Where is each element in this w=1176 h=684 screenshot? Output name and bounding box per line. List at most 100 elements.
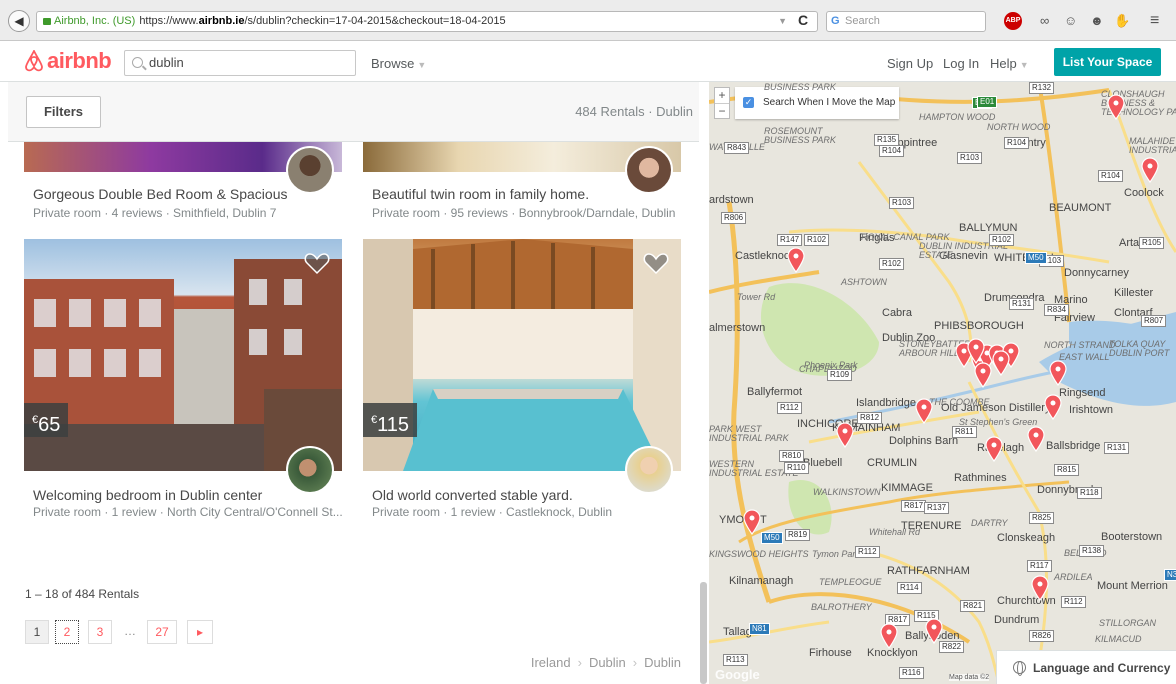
listing-map-pin-icon[interactable] [967,338,985,364]
map-place-label: BUSINESS PARK [764,82,836,92]
search-engine-icon: G [831,15,840,27]
heart-icon[interactable] [304,251,330,275]
login-link[interactable]: Log In [943,56,979,71]
results-scrollbar[interactable] [700,582,707,684]
map-place-label: KINGSWOOD HEIGHTS [709,549,809,559]
url-dropdown-icon[interactable]: ▼ [778,12,787,31]
road-shield: R102 [989,234,1015,246]
map-place-label: Coolock [1124,187,1164,199]
listing-map-pin-icon[interactable] [925,618,943,644]
extension-icon[interactable]: ☺ [1064,12,1077,30]
road-shield: R812 [857,412,883,424]
map-place-label: Dundrum [994,614,1040,626]
map-view[interactable]: + − ✓ Search When I Move the Map Finglas BA… [709,82,1176,684]
airbnb-logo[interactable]: airbnb [24,48,112,73]
address-bar[interactable]: Airbnb, Inc. (US) https://www.airbnb.ie/s… [36,11,818,32]
breadcrumb-country[interactable]: Ireland [531,655,571,670]
language-currency-button[interactable]: Language and Currency [996,650,1176,684]
map-place-label: NORTH STRAND [1044,340,1116,350]
listing-subtitle: Private room · 95 reviews · Bonnybrook/D… [372,206,676,220]
map-place-label: Bluebell [803,457,843,469]
map-place-label: Rathmines [954,472,1007,484]
map-place-label: BEAUMONT [1049,202,1112,214]
page-1-button[interactable]: 1 [25,620,49,644]
road-shield: R112 [855,546,880,558]
listing-map-pin-icon[interactable] [1027,426,1045,452]
zoom-out-button[interactable]: − [715,104,729,119]
signup-link[interactable]: Sign Up [887,56,933,71]
listing-map-pin-icon[interactable] [985,436,1003,462]
chat-icon[interactable]: ☻ [1090,12,1104,30]
rentals-count: 484 Rentals · Dublin [575,104,693,119]
breadcrumb-region[interactable]: Dublin [589,655,626,670]
map-data-attribution[interactable]: Map data ©2 [949,674,990,681]
help-menu[interactable]: Help ▼ [990,56,1029,71]
hand-icon[interactable]: ✋ [1114,12,1130,30]
road-shield: R117 [1027,560,1052,572]
map-place-label: Islandbridge [856,397,916,409]
road-shield: R110 [784,462,809,474]
listing-map-pin-icon[interactable] [1141,157,1159,183]
listing-map-pin-icon[interactable] [1107,94,1125,120]
location-search-input[interactable]: dublin [124,50,356,76]
map-place-label: TEMPLEOGUE [819,577,882,587]
next-page-button[interactable]: ▸ [187,620,213,644]
listing-map-pin-icon[interactable] [880,623,898,649]
road-shield: R104 [1098,170,1124,182]
map-place-label: Booterstown [1101,531,1163,543]
listing-map-pin-icon[interactable] [915,398,933,424]
road-shield: R116 [899,667,924,679]
listing-title[interactable]: Welcoming bedroom in Dublin center [33,487,262,503]
heart-icon[interactable] [643,251,669,275]
checkbox-checked-icon[interactable]: ✓ [743,97,754,108]
listing-photo[interactable]: €65 [24,239,342,471]
road-shield: R104 [879,145,905,157]
listing-map-pin-icon[interactable] [974,362,992,388]
listing-title[interactable]: Beautiful twin room in family home. [372,186,589,202]
listing-subtitle: Private room · 1 review · North City Cen… [33,505,343,519]
filters-button[interactable]: Filters [26,96,101,128]
host-avatar[interactable] [286,146,334,194]
zoom-in-button[interactable]: + [715,88,729,104]
listing-photo[interactable]: €115 [363,239,681,471]
reload-icon[interactable]: C [798,12,808,28]
listing-map-pin-icon[interactable] [743,509,761,535]
road-shield: R137 [924,502,950,514]
list-your-space-button[interactable]: List Your Space [1054,48,1161,76]
map-place-label: Clonskeagh [997,532,1056,544]
menu-icon[interactable]: ≡ [1150,12,1159,30]
listing-title[interactable]: Old world converted stable yard. [372,487,573,503]
listing-map-pin-icon[interactable] [1049,360,1067,386]
breadcrumb-city[interactable]: Dublin [644,655,681,670]
breadcrumb-separator: › [632,655,638,670]
listing-map-pin-icon[interactable] [787,247,805,273]
map-place-label: PARK WEST INDUSTRIAL PARK [709,424,789,443]
page-2-button[interactable]: 2 [55,620,79,644]
price-label: €115 [363,403,418,437]
road-shield: R810 [779,450,805,462]
browser-search-input[interactable]: G Search [826,11,986,32]
map-place-label: Whitehall Rd [869,527,921,537]
page-27-button[interactable]: 27 [147,620,177,644]
host-avatar[interactable] [286,446,334,494]
listing-map-pin-icon[interactable] [1044,394,1062,420]
back-arrow-icon[interactable]: ◀ [8,10,30,32]
listing-map-pin-icon[interactable] [836,422,854,448]
listing-map-pin-icon[interactable] [992,350,1010,376]
glasses-icon[interactable]: ∞ [1040,12,1049,30]
logo-text: airbnb [47,48,112,73]
road-shield: N31 [1164,569,1176,581]
browse-menu[interactable]: Browse ▼ [371,56,426,71]
page-3-button[interactable]: 3 [88,620,112,644]
road-shield: R815 [1054,464,1080,476]
breadcrumb-separator: › [577,655,582,670]
listing-map-pin-icon[interactable] [1031,575,1049,601]
map-place-label: ASHTOWN [841,277,887,287]
map-place-label: Mount Merrion [1097,580,1168,592]
host-avatar[interactable] [625,446,673,494]
listing-title[interactable]: Gorgeous Double Bed Room & Spacious [33,186,287,202]
road-shield: E01 [977,96,998,108]
adblock-icon[interactable]: ABP [1004,12,1022,30]
zoom-control[interactable]: + − [714,87,730,119]
host-avatar[interactable] [625,146,673,194]
